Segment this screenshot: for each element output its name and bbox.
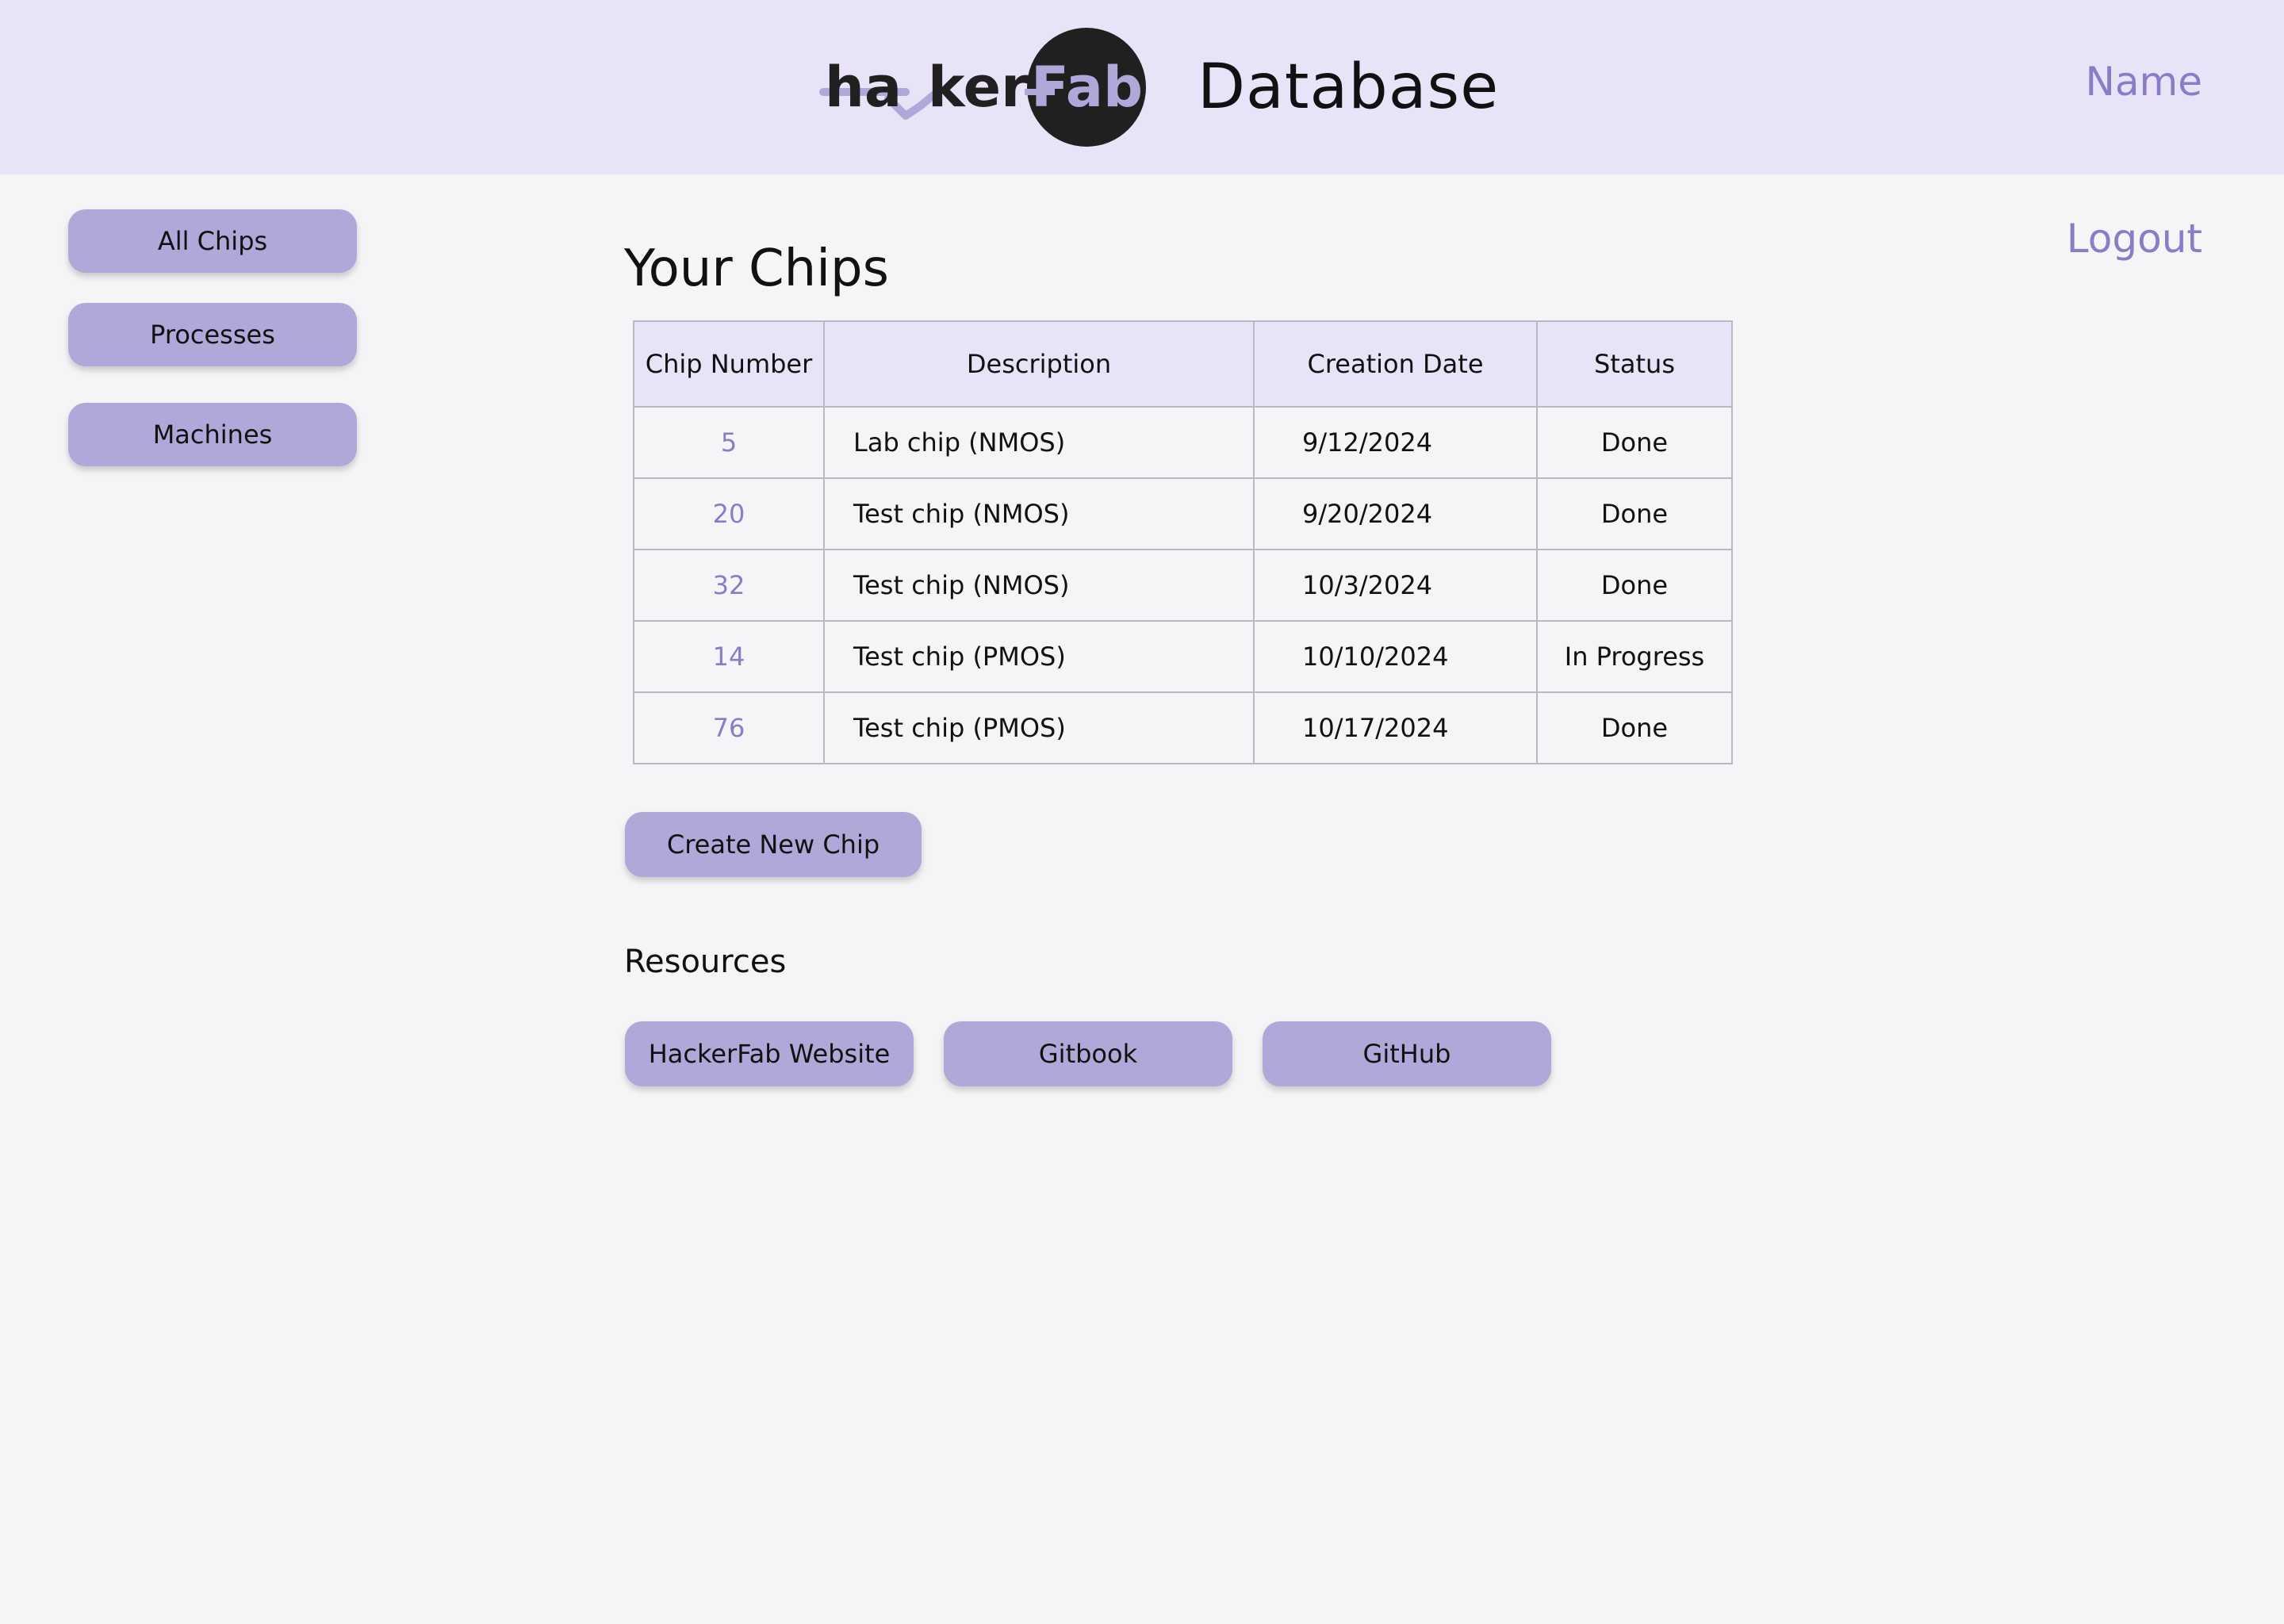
chip-status: Done: [1536, 477, 1733, 550]
create-new-chip-button[interactable]: Create New Chip: [625, 812, 922, 877]
sidebar-item-machines[interactable]: Machines: [68, 403, 357, 466]
page-title: Your Chips: [624, 239, 889, 298]
chip-number-link[interactable]: 20: [633, 477, 825, 550]
gitbook-button[interactable]: Gitbook: [944, 1021, 1232, 1086]
chip-status: In Progress: [1536, 620, 1733, 693]
chip-number-link[interactable]: 5: [633, 406, 825, 479]
sidebar-item-processes[interactable]: Processes: [68, 303, 357, 366]
table-row: 20 Test chip (NMOS) 9/20/2024 Done: [633, 477, 1733, 550]
chip-creation-date: 9/12/2024: [1253, 406, 1538, 479]
table-row: 32 Test chip (NMOS) 10/3/2024 Done: [633, 549, 1733, 622]
chip-creation-date: 9/20/2024: [1253, 477, 1538, 550]
table-row: 14 Test chip (PMOS) 10/10/2024 In Progre…: [633, 620, 1733, 693]
brand: ha ker Fab Database: [817, 22, 1499, 152]
column-header-status: Status: [1536, 320, 1733, 408]
column-header-chip-number: Chip Number: [633, 320, 825, 408]
chip-description: Test chip (PMOS): [823, 691, 1255, 764]
chip-number-link[interactable]: 76: [633, 691, 825, 764]
app-title: Database: [1198, 52, 1500, 123]
chip-description: Test chip (NMOS): [823, 477, 1255, 550]
user-name-link[interactable]: Name: [2085, 59, 2202, 105]
chip-description: Lab chip (NMOS): [823, 406, 1255, 479]
sidebar-item-label: Machines: [152, 419, 273, 450]
hackerfab-logo[interactable]: ha ker Fab: [817, 22, 1182, 152]
logout-link[interactable]: Logout: [2067, 216, 2202, 262]
header-bar: ha ker Fab Database Name: [0, 0, 2284, 174]
table-row: 76 Test chip (PMOS) 10/17/2024 Done: [633, 691, 1733, 764]
svg-text:Fab: Fab: [1031, 55, 1143, 120]
column-header-creation-date: Creation Date: [1253, 320, 1538, 408]
resource-link-label: HackerFab Website: [648, 1039, 891, 1069]
chip-number-link[interactable]: 32: [633, 549, 825, 622]
svg-text:ha: ha: [825, 55, 902, 120]
column-header-description: Description: [823, 320, 1255, 408]
chip-creation-date: 10/10/2024: [1253, 620, 1538, 693]
github-button[interactable]: GitHub: [1263, 1021, 1551, 1086]
hackerfab-website-button[interactable]: HackerFab Website: [625, 1021, 914, 1086]
chip-creation-date: 10/3/2024: [1253, 549, 1538, 622]
chip-creation-date: 10/17/2024: [1253, 691, 1538, 764]
sidebar-item-label: All Chips: [157, 226, 268, 256]
chip-description: Test chip (PMOS): [823, 620, 1255, 693]
svg-text:ker: ker: [928, 55, 1029, 120]
table-row: 5 Lab chip (NMOS) 9/12/2024 Done: [633, 406, 1733, 479]
chip-number-link[interactable]: 14: [633, 620, 825, 693]
table-header-row: Chip Number Description Creation Date St…: [633, 320, 1733, 408]
resource-link-label: GitHub: [1362, 1039, 1451, 1069]
sidebar-item-all-chips[interactable]: All Chips: [68, 209, 357, 273]
chips-table: Chip Number Description Creation Date St…: [633, 320, 1733, 764]
chip-status: Done: [1536, 691, 1733, 764]
sidebar-item-label: Processes: [150, 320, 275, 350]
resource-link-label: Gitbook: [1038, 1039, 1138, 1069]
chip-status: Done: [1536, 549, 1733, 622]
resources-heading: Resources: [624, 944, 787, 980]
chip-description: Test chip (NMOS): [823, 549, 1255, 622]
create-new-chip-label: Create New Chip: [666, 829, 880, 860]
chip-status: Done: [1536, 406, 1733, 479]
